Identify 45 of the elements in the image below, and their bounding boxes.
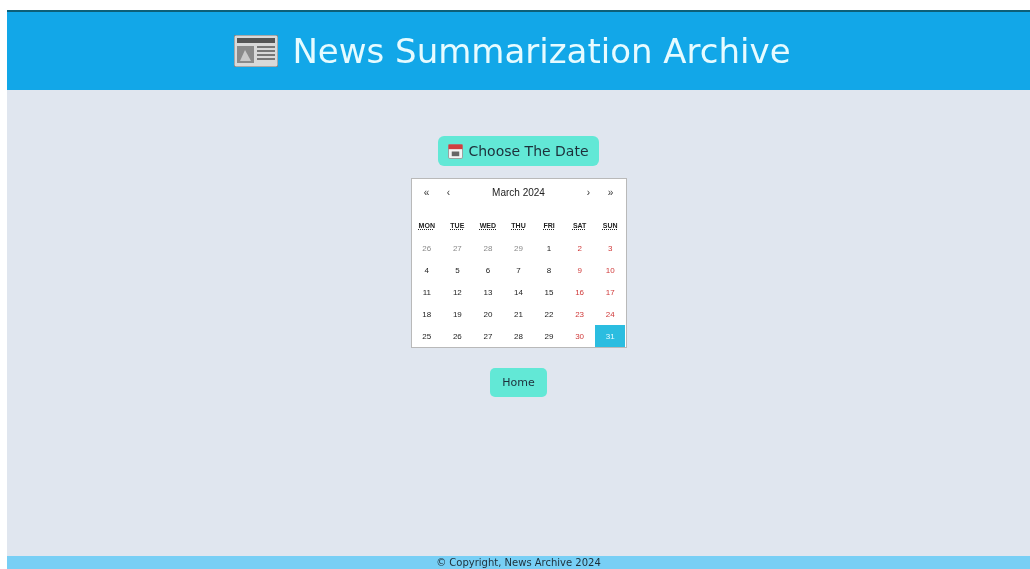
calendar-day[interactable]: 19 [442, 303, 473, 325]
calendar-day[interactable]: 6 [472, 259, 504, 281]
calendar-day[interactable]: 30 [564, 325, 595, 347]
calendar-day[interactable]: 5 [442, 259, 473, 281]
calendar-day[interactable]: 13 [472, 281, 504, 303]
next-year-button[interactable]: » [599, 186, 622, 198]
copyright-text: © Copyright, News Archive 2024 [436, 556, 601, 569]
calendar-day[interactable]: 7 [503, 259, 534, 281]
calendar-icon [448, 143, 464, 159]
calendar-day[interactable]: 4 [411, 259, 443, 281]
calendar-day[interactable]: 8 [533, 259, 565, 281]
calendar-day[interactable]: 22 [533, 303, 565, 325]
calendar-day[interactable]: 23 [564, 303, 595, 325]
calendar-day[interactable]: 3 [594, 237, 626, 259]
previous-year-button[interactable]: « [415, 186, 438, 198]
calendar-day[interactable]: 18 [411, 303, 443, 325]
home-button[interactable]: Home [490, 368, 547, 397]
calendar-day[interactable]: 17 [594, 281, 626, 303]
calendar-day[interactable]: 29 [503, 237, 534, 259]
calendar-day[interactable]: 10 [594, 259, 626, 281]
calendar-day[interactable]: 15 [533, 281, 565, 303]
calendar-day[interactable]: 29 [533, 325, 565, 347]
calendar-day[interactable]: 2 [564, 237, 595, 259]
calendar-day[interactable]: 28 [472, 237, 504, 259]
page-title: News Summarization Archive [292, 31, 791, 71]
calendar-day[interactable]: 20 [472, 303, 504, 325]
calendar-day[interactable]: 1 [533, 237, 565, 259]
calendar-day[interactable]: 26 [411, 237, 443, 259]
calendar-day[interactable]: 24 [594, 303, 626, 325]
calendar-day[interactable]: 27 [442, 237, 473, 259]
newspaper-icon [234, 35, 279, 67]
next-month-button[interactable]: › [577, 186, 600, 198]
calendar-day[interactable]: 12 [442, 281, 473, 303]
calendar-day[interactable]: 26 [442, 325, 473, 347]
calendar-day[interactable]: 16 [564, 281, 595, 303]
month-label: March 2024 [491, 186, 546, 198]
calendar-day[interactable]: 28 [503, 325, 534, 347]
calendar-day[interactable]: 21 [503, 303, 534, 325]
calendar-day[interactable]: 27 [472, 325, 504, 347]
calendar-day[interactable]: 14 [503, 281, 534, 303]
choose-date-button[interactable]: Choose The Date [438, 136, 599, 166]
calendar-day[interactable]: 11 [411, 281, 443, 303]
previous-month-button[interactable]: ‹ [437, 186, 460, 198]
calendar-day[interactable]: 25 [411, 325, 443, 347]
calendar-day[interactable]: 9 [564, 259, 595, 281]
